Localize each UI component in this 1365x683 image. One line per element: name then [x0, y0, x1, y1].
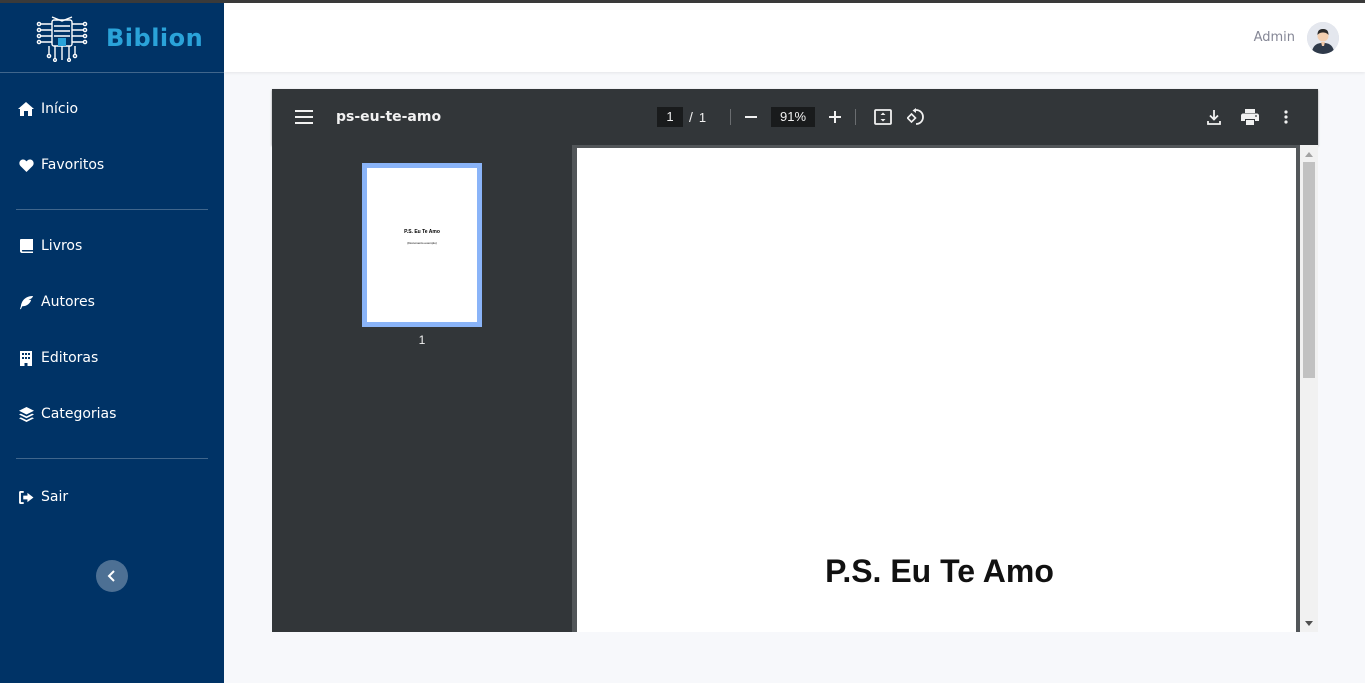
sidebar-item-label: Favoritos: [41, 157, 105, 173]
chevron-left-icon: [107, 570, 117, 582]
pdf-viewer: ps-eu-te-amo 1 / 1 91% P.S. Eu Te Amo (D…: [272, 89, 1318, 632]
sidebar: Biblion Início Favoritos Livros Autores …: [0, 3, 224, 683]
page-separator: /: [689, 109, 693, 125]
thumbnail-page-number: 1: [418, 333, 426, 347]
feather-icon: [18, 294, 34, 310]
page-number-input[interactable]: 1: [657, 107, 683, 127]
user-name: Admin: [1253, 30, 1295, 45]
zoom-in-icon[interactable]: [825, 107, 845, 127]
user-menu[interactable]: Admin: [1254, 3, 1365, 72]
pdf-page: P.S. Eu Te Amo: [577, 148, 1296, 632]
sidebar-item-label: Sair: [41, 489, 69, 505]
brand-logo-icon: [34, 13, 90, 63]
toolbar-divider: [855, 109, 856, 125]
sidebar-item-label: Livros: [41, 238, 83, 254]
layers-icon: [18, 406, 34, 422]
window-top-border: [0, 0, 1365, 3]
sidebar-nav: Início Favoritos: [0, 81, 224, 193]
more-vert-icon[interactable]: [1276, 107, 1296, 127]
zoom-out-icon[interactable]: [741, 107, 761, 127]
sidebar-item-autores[interactable]: Autores: [0, 274, 224, 330]
sidebar-item-label: Editoras: [41, 350, 99, 366]
sidebar-collapse-button[interactable]: [96, 560, 128, 592]
scroll-up-arrow-icon[interactable]: [1300, 147, 1318, 161]
page-title: P.S. Eu Te Amo: [825, 553, 1054, 589]
document-title: ps-eu-te-amo: [336, 109, 442, 125]
rotate-icon[interactable]: [906, 107, 926, 127]
print-icon[interactable]: [1240, 107, 1260, 127]
page-thumbnail[interactable]: P.S. Eu Te Amo (Documento exemplo): [362, 163, 482, 327]
pdf-toolbar: ps-eu-te-amo 1 / 1 91%: [272, 89, 1318, 145]
page-scrollbar[interactable]: [1300, 145, 1318, 632]
zoom-level-input[interactable]: 91%: [771, 107, 815, 127]
topbar: Admin: [224, 3, 1365, 72]
page-selector: 1 / 1: [657, 106, 706, 128]
sign-out-icon: [18, 489, 34, 505]
scrollbar-thumb[interactable]: [1303, 162, 1315, 378]
scroll-down-arrow-icon[interactable]: [1300, 616, 1318, 630]
thumbnail-sidebar: P.S. Eu Te Amo (Documento exemplo) 1: [272, 145, 572, 632]
brand[interactable]: Biblion: [0, 3, 224, 73]
fit-page-icon[interactable]: [873, 107, 893, 127]
thumbnail-subtitle: (Documento exemplo): [407, 241, 437, 245]
sidebar-item-sair[interactable]: Sair: [0, 469, 224, 525]
sidebar-item-favoritos[interactable]: Favoritos: [0, 137, 224, 193]
sidebar-item-categorias[interactable]: Categorias: [0, 386, 224, 442]
pdf-body: P.S. Eu Te Amo (Documento exemplo) 1 P.S…: [272, 145, 1318, 632]
sidebar-item-label: Autores: [41, 294, 95, 310]
heart-icon: [18, 157, 34, 173]
sidebar-item-livros[interactable]: Livros: [0, 218, 224, 274]
sidebar-nav-account: Sair: [0, 469, 224, 525]
user-avatar-icon[interactable]: [1307, 21, 1339, 54]
sidebar-divider: [16, 209, 208, 210]
menu-icon[interactable]: [294, 107, 314, 127]
page-area[interactable]: P.S. Eu Te Amo: [572, 145, 1300, 632]
brand-name: Biblion: [106, 23, 204, 52]
download-icon[interactable]: [1204, 107, 1224, 127]
home-icon: [18, 101, 34, 117]
sidebar-divider: [16, 458, 208, 459]
thumbnail-title: P.S. Eu Te Amo: [404, 229, 440, 235]
toolbar-divider: [730, 109, 731, 125]
page-total: 1: [698, 109, 707, 125]
sidebar-item-label: Categorias: [41, 406, 117, 422]
building-icon: [18, 350, 34, 366]
sidebar-item-inicio[interactable]: Início: [0, 81, 224, 137]
sidebar-item-editoras[interactable]: Editoras: [0, 330, 224, 386]
book-icon: [18, 238, 34, 254]
sidebar-item-label: Início: [41, 101, 79, 117]
sidebar-nav-catalog: Livros Autores Editoras Categorias: [0, 218, 224, 442]
